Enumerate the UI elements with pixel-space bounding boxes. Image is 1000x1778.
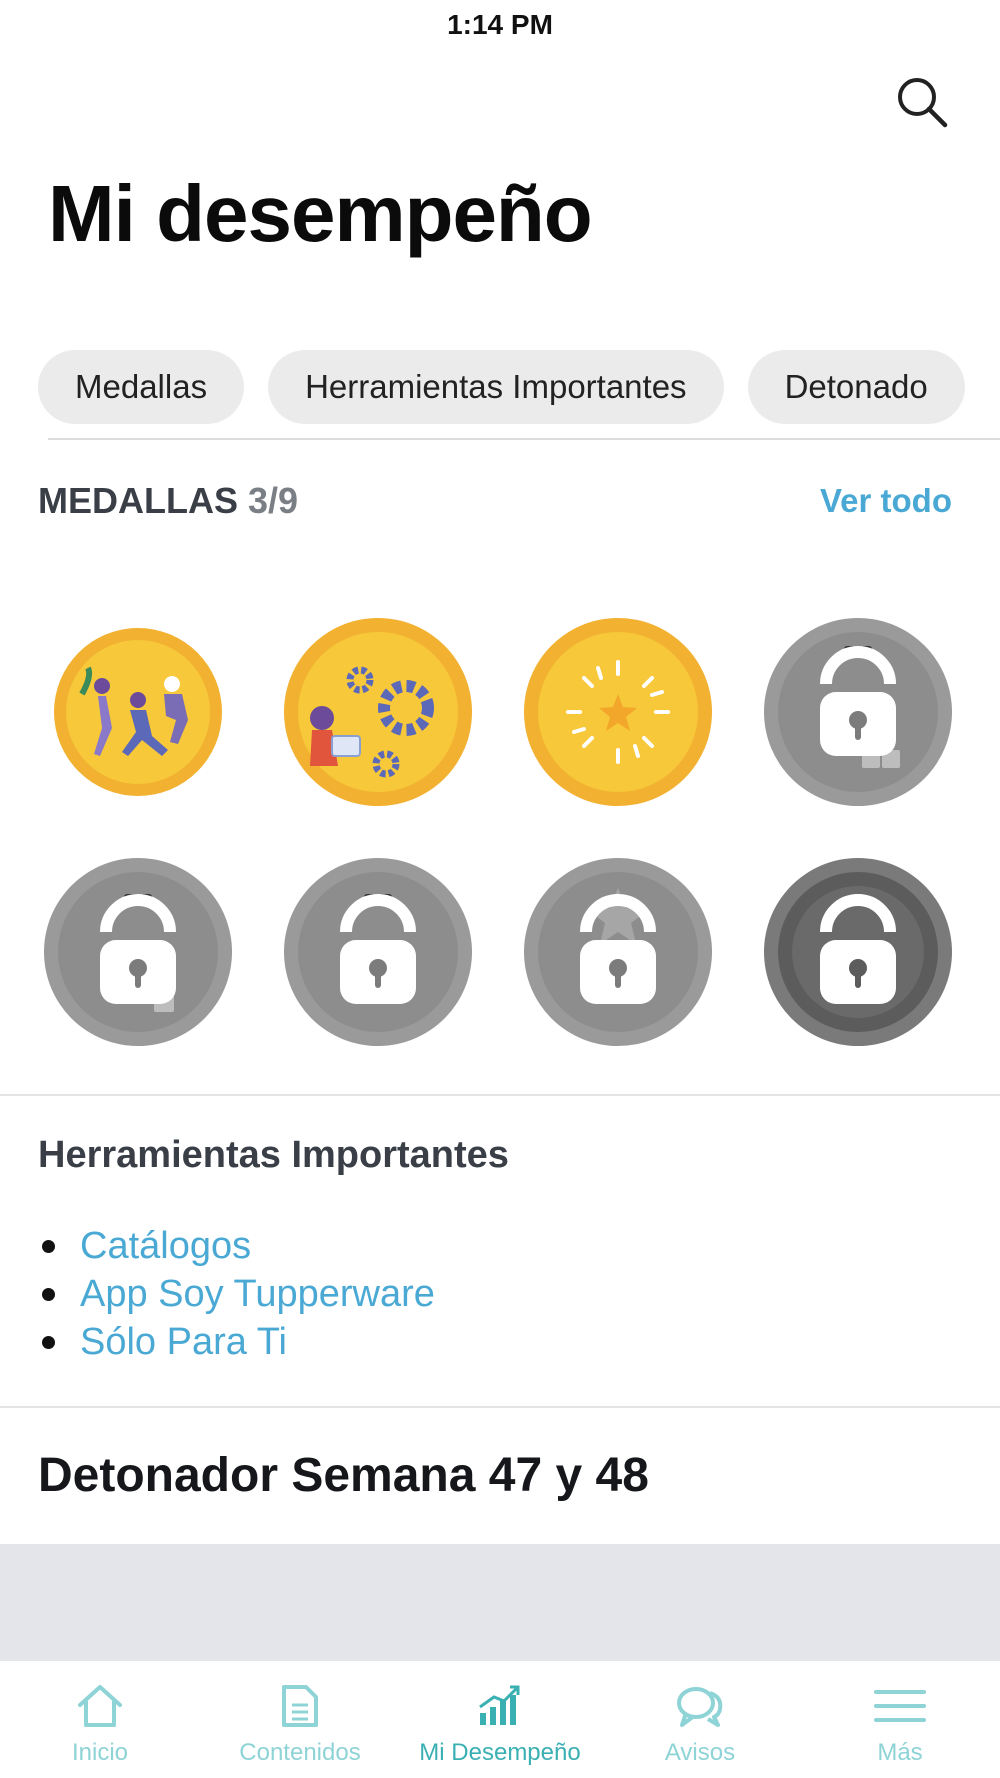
see-all-link[interactable]: Ver todo xyxy=(820,482,952,520)
medals-header: MEDALLAS 3/9 Ver todo xyxy=(38,478,952,524)
nav-avisos[interactable]: Avisos xyxy=(600,1661,800,1778)
search-button[interactable] xyxy=(890,70,954,134)
detonador-content-placeholder xyxy=(0,1544,1000,1660)
tools-list: Catálogos App Soy Tupperware Sólo Para T… xyxy=(38,1222,435,1366)
document-icon xyxy=(272,1681,328,1731)
gears-icon xyxy=(284,618,472,806)
chat-bubbles-icon xyxy=(672,1681,728,1731)
status-bar: 1:14 PM xyxy=(0,0,1000,50)
bullet-icon xyxy=(42,1287,55,1301)
category-chips: Medallas Herramientas Importantes Detona… xyxy=(38,350,1000,424)
medals-count: 3/9 xyxy=(248,480,299,521)
medals-title: MEDALLAS 3/9 xyxy=(38,480,298,522)
nav-inicio[interactable]: Inicio xyxy=(0,1661,200,1778)
home-icon xyxy=(72,1681,128,1731)
chip-herramientas[interactable]: Herramientas Importantes xyxy=(268,350,724,424)
link-catalogos[interactable]: Catálogos xyxy=(80,1225,251,1268)
chart-icon xyxy=(472,1681,528,1731)
status-time: 1:14 PM xyxy=(447,9,553,40)
section-divider-detonador xyxy=(0,1406,1000,1408)
medal-locked-8[interactable] xyxy=(762,856,954,1048)
section-divider-tools xyxy=(0,1094,1000,1096)
menu-icon xyxy=(872,1681,928,1731)
nav-contenidos[interactable]: Contenidos xyxy=(200,1661,400,1778)
medal-locked-5[interactable] xyxy=(42,856,234,1048)
medal-people-jumping[interactable] xyxy=(42,616,234,808)
nav-label-mas: Más xyxy=(877,1739,923,1766)
medal-locked-4[interactable] xyxy=(762,616,954,808)
nav-label-avisos: Avisos xyxy=(664,1739,736,1766)
lock-icon xyxy=(524,858,712,1046)
tools-title: Herramientas Importantes xyxy=(38,1134,509,1176)
medal-grid xyxy=(42,616,960,1048)
list-item: App Soy Tupperware xyxy=(38,1270,435,1318)
link-app-soy-tupperware[interactable]: App Soy Tupperware xyxy=(80,1273,435,1316)
medal-locked-6[interactable] xyxy=(282,856,474,1048)
search-icon xyxy=(898,78,948,128)
lock-icon xyxy=(44,858,232,1046)
nav-mas[interactable]: Más xyxy=(800,1661,1000,1778)
lock-icon xyxy=(764,618,952,806)
chip-medallas[interactable]: Medallas xyxy=(38,350,245,424)
bullet-icon xyxy=(42,1335,55,1349)
nav-label-contenidos: Contenidos xyxy=(239,1739,361,1766)
medals-title-label: MEDALLAS xyxy=(38,480,238,521)
people-jumping-icon xyxy=(54,628,222,796)
nav-label-inicio: Inicio xyxy=(71,1739,129,1766)
nav-mi-desempeno[interactable]: Mi Desempeño xyxy=(400,1661,600,1778)
chips-divider xyxy=(48,438,1000,440)
bottom-nav: Inicio Contenidos Mi Desempeño Avisos Má… xyxy=(0,1660,1000,1778)
nav-label-mi-desempeno: Mi Desempeño xyxy=(419,1739,581,1766)
medal-locked-7[interactable] xyxy=(522,856,714,1048)
page-title: Mi desempeño xyxy=(48,169,593,258)
list-item: Catálogos xyxy=(38,1222,435,1270)
bullet-icon xyxy=(42,1239,55,1253)
lock-icon xyxy=(764,858,952,1046)
lock-icon xyxy=(284,858,472,1046)
chip-detonador[interactable]: Detonado xyxy=(747,350,965,424)
link-solo-para-ti[interactable]: Sólo Para Ti xyxy=(80,1321,287,1364)
star-burst-icon xyxy=(524,618,712,806)
medal-gears[interactable] xyxy=(282,616,474,808)
medal-star-burst[interactable] xyxy=(522,616,714,808)
detonador-title: Detonador Semana 47 y 48 xyxy=(38,1449,649,1502)
list-item: Sólo Para Ti xyxy=(38,1318,435,1366)
